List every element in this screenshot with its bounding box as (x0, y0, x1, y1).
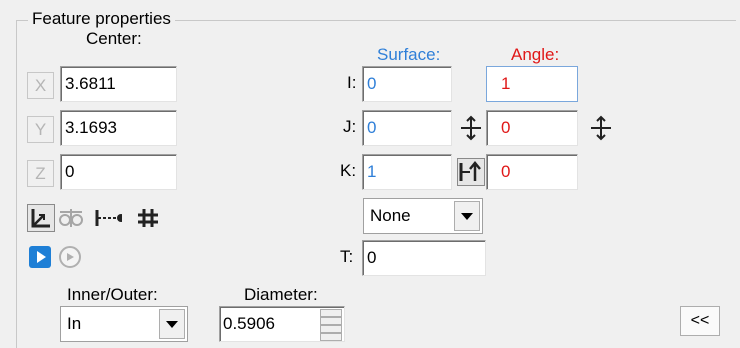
inner-outer-label: Inner/Outer: (67, 285, 158, 304)
replay-icon (59, 246, 81, 268)
center-y-field[interactable]: 3.1693 (60, 110, 177, 146)
i-label: I: (347, 73, 357, 92)
flip-angle-button[interactable] (587, 114, 615, 142)
inner-outer-value: In (67, 314, 82, 333)
vector-mode-select[interactable]: None (363, 198, 483, 234)
normal-icon (459, 161, 481, 181)
angle-i-field[interactable]: 1 (486, 66, 578, 102)
spin-down-icon[interactable] (320, 325, 342, 341)
surface-k-field[interactable]: 1 (362, 154, 452, 190)
surface-i-field[interactable]: 0 (362, 66, 452, 102)
inner-outer-select[interactable]: In (60, 306, 188, 342)
measure-tool-button[interactable] (57, 204, 85, 232)
k-label: K: (340, 161, 357, 180)
chevron-down-icon[interactable] (159, 309, 185, 339)
replay-button[interactable] (56, 243, 84, 271)
j-label: J: (343, 117, 357, 136)
diameter-spinner[interactable] (320, 309, 342, 341)
grid-icon (138, 209, 158, 227)
y-axis-button[interactable]: Y (27, 116, 54, 143)
t-label: T: (340, 247, 354, 266)
axis-icon (31, 209, 50, 228)
play-icon (29, 246, 51, 268)
x-axis-button[interactable]: X (27, 72, 54, 99)
center-x-field[interactable]: 3.6811 (60, 66, 177, 102)
diameter-value: 0.5906 (223, 314, 275, 333)
chevron-down-icon[interactable] (454, 201, 480, 231)
center-z-field[interactable]: 0 (60, 154, 177, 190)
flip-icon (461, 115, 481, 141)
t-field[interactable]: 0 (362, 240, 486, 276)
diameter-field[interactable]: 0.5906 (219, 306, 345, 342)
group-title: Feature properties (28, 8, 175, 30)
vector-mode-value: None (370, 206, 411, 225)
normal-button[interactable] (457, 158, 485, 186)
spin-up-icon[interactable] (320, 309, 342, 325)
flip-icon (591, 115, 611, 141)
play-button[interactable] (26, 243, 54, 271)
collapse-button[interactable]: << (680, 306, 720, 336)
point-line-icon (95, 210, 122, 226)
axis-tool-button[interactable] (27, 204, 55, 232)
angle-k-field[interactable]: 0 (486, 154, 578, 190)
grid-tool-button[interactable] (134, 204, 162, 232)
center-label: Center: (86, 29, 142, 48)
diameter-label: Diameter: (244, 285, 318, 304)
z-axis-button[interactable]: Z (27, 160, 54, 187)
surface-label: Surface: (377, 45, 441, 64)
point-line-tool-button[interactable] (94, 204, 122, 232)
flip-surface-button[interactable] (457, 114, 485, 142)
measure-icon (59, 209, 83, 227)
surface-j-field[interactable]: 0 (362, 110, 452, 146)
angle-label: Angle: (511, 45, 560, 64)
angle-j-field[interactable]: 0 (486, 110, 578, 146)
